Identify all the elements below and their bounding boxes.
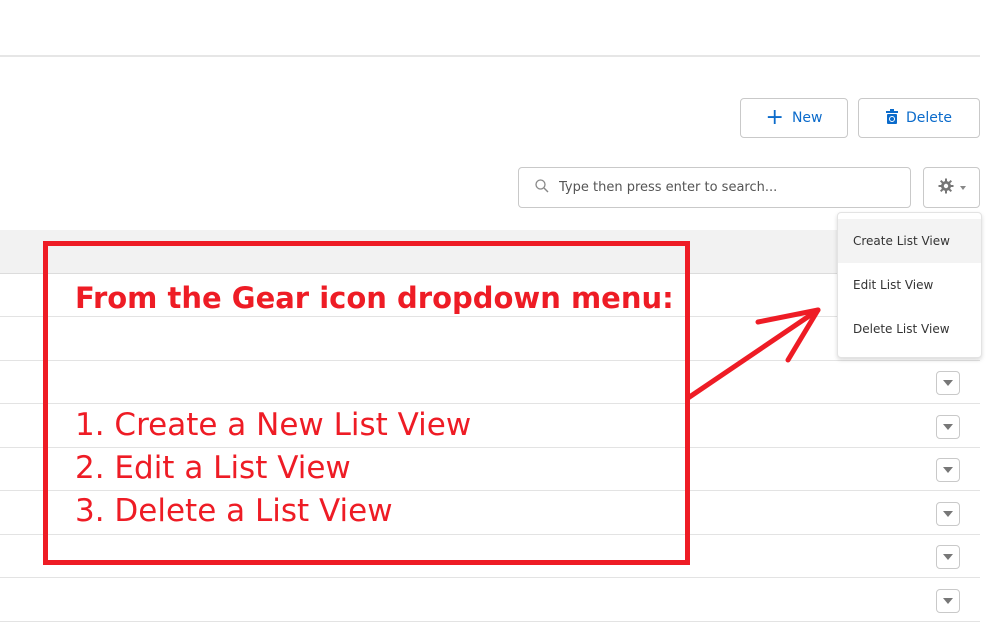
annotation-callout-box: From the Gear icon dropdown menu: 1. Cre… [43, 241, 690, 565]
plus-icon: + [765, 105, 784, 130]
annotation-step: 2. Edit a List View [75, 450, 351, 486]
caret-down-icon [943, 380, 953, 386]
search-input[interactable] [557, 179, 891, 196]
delete-button-label: Delete [906, 110, 952, 126]
header-divider [0, 55, 980, 57]
caret-down-icon [943, 554, 953, 560]
caret-down-icon [943, 510, 953, 517]
table-row [0, 579, 980, 622]
caret-down-icon [943, 467, 953, 473]
row-actions-button[interactable] [936, 588, 960, 613]
caret-down-icon [943, 423, 953, 430]
menu-item-create-list-view[interactable]: Create List View [838, 219, 981, 263]
menu-item-edit-list-view[interactable]: Edit List View [838, 263, 981, 307]
gear-dropdown-menu: Create List View Edit List View Delete L… [837, 212, 982, 358]
annotation-title: From the Gear icon dropdown menu: [75, 281, 674, 315]
row-actions-button[interactable] [936, 414, 960, 439]
search-icon [535, 178, 549, 197]
caret-down-icon [959, 185, 966, 190]
annotation-step: 3. Delete a List View [75, 493, 393, 529]
row-actions-button[interactable] [936, 545, 960, 569]
new-button[interactable]: + New [740, 98, 848, 138]
new-button-label: New [791, 110, 823, 126]
gear-icon [938, 178, 954, 198]
settings-gear-button[interactable] [923, 167, 980, 208]
row-actions-button[interactable] [936, 458, 960, 482]
menu-item-delete-list-view[interactable]: Delete List View [838, 307, 981, 351]
trash-icon [886, 108, 898, 128]
search-box[interactable] [518, 167, 911, 208]
row-actions-button[interactable] [936, 501, 960, 526]
row-actions-button[interactable] [936, 371, 960, 395]
caret-down-icon [943, 597, 953, 604]
annotation-steps: 1. Create a New List View 2. Edit a List… [75, 404, 471, 533]
annotation-step: 1. Create a New List View [75, 407, 472, 443]
delete-button[interactable]: Delete [858, 98, 980, 138]
